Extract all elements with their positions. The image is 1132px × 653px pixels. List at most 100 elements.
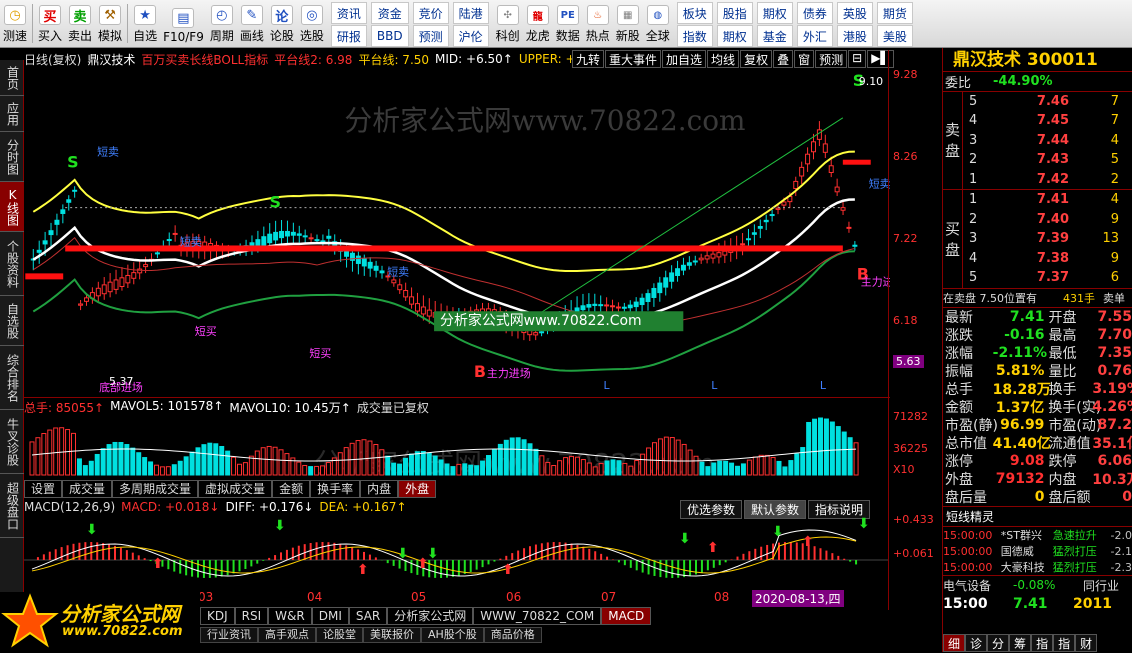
asks-row[interactable]: 3 7.44 4 <box>963 131 1132 151</box>
info-tab[interactable]: 行业资讯 <box>200 627 258 643</box>
toolbar-market-link[interactable]: 港股 <box>836 25 873 47</box>
toolbar-button-1[interactable]: 买买入 <box>35 0 65 47</box>
quote-tab[interactable]: 细 <box>943 634 966 652</box>
left-tab-5[interactable]: 自选股 <box>0 296 24 346</box>
toolbar-button-9[interactable]: ◎ 选股 <box>297 0 327 47</box>
quote-tab[interactable]: 指 <box>1031 634 1054 652</box>
toolbar-link[interactable]: 资讯 <box>330 2 367 24</box>
volume-chart[interactable]: 分析家公式网www.70822.com <box>24 415 888 477</box>
asks-row[interactable]: 2 7.43 5 <box>963 150 1132 170</box>
bids-row[interactable]: 4 7.38 9 <box>963 249 1132 269</box>
toolbar-market-link[interactable]: 外汇 <box>796 25 833 47</box>
indicator-tab[interactable]: SAR <box>348 607 388 625</box>
toolbar-button2-4[interactable]: ▦ 新股 <box>613 0 643 47</box>
bids-row[interactable]: 2 7.40 9 <box>963 210 1132 230</box>
toolbar-button-6[interactable]: ◴ 周期 <box>207 0 237 47</box>
info-tab[interactable]: 论股堂 <box>316 627 363 643</box>
toolbar-market-link[interactable]: 美股 <box>876 25 913 47</box>
toolbar-market-link[interactable]: 基金 <box>756 25 793 47</box>
quote-tab[interactable]: 诊 <box>965 634 988 652</box>
volume-tab[interactable]: 虚拟成交量 <box>198 480 273 498</box>
asks-row[interactable]: 5 7.46 7 <box>963 92 1132 112</box>
chart-menu-item[interactable]: 预测 <box>815 50 848 68</box>
chart-menu-item[interactable]: 重大事件 <box>605 50 662 68</box>
left-tab-8[interactable]: 超级盘口 <box>0 474 24 538</box>
quote-tab[interactable]: 财 <box>1075 634 1098 652</box>
indicator-tab[interactable]: KDJ <box>200 607 235 625</box>
toolbar-link[interactable]: BBD <box>370 25 409 47</box>
quote-tab[interactable]: 分 <box>987 634 1010 652</box>
toolbar-market-link[interactable]: 期权 <box>756 2 793 24</box>
sector-extra[interactable]: 同行业 <box>1083 577 1119 594</box>
volume-tab[interactable]: 外盘 <box>398 480 437 498</box>
bids-row[interactable]: 1 7.41 4 <box>963 190 1132 210</box>
kline-chart[interactable]: 分析家公式网www.70822.comSSSBB短卖短卖短买短买短卖短卖主力进场… <box>24 68 890 398</box>
toolbar-button2-1[interactable]: 龍龙虎 <box>523 0 553 47</box>
chart-menu-item[interactable]: 复权 <box>740 50 773 68</box>
volume-tab[interactable]: 换手率 <box>310 480 361 498</box>
chart-menu-item[interactable]: 窗 <box>794 50 815 68</box>
toolbar-button-7[interactable]: ✎ 画线 <box>237 0 267 47</box>
toolbar-button2-2[interactable]: PE 数据 <box>553 0 583 47</box>
quote-tab[interactable]: 指 <box>1053 634 1076 652</box>
toolbar-button-5[interactable]: ▤ F10/F9 <box>160 0 207 47</box>
left-tab-7[interactable]: 牛叉诊股 <box>0 410 24 474</box>
indicator-tab[interactable]: W&R <box>268 607 312 625</box>
chart-menu-item[interactable]: 均线 <box>707 50 740 68</box>
volume-tab[interactable]: 多周期成交量 <box>112 480 199 498</box>
news-row[interactable]: 15:00:00 *ST群兴 急速拉升 -2.0 <box>943 527 1132 543</box>
toolbar-market-link[interactable]: 板块 <box>676 2 713 24</box>
toolbar-market-link[interactable]: 英股 <box>836 2 873 24</box>
info-tab[interactable]: 商品价格 <box>483 627 542 643</box>
toolbar-button-3[interactable]: ⚒ 模拟 <box>95 0 125 47</box>
info-tab[interactable]: 高手观点 <box>258 627 316 643</box>
toolbar-link[interactable]: 陆港 <box>452 2 489 24</box>
volume-tab[interactable]: 金额 <box>272 480 311 498</box>
bids-row[interactable]: 5 7.37 6 <box>963 268 1132 288</box>
chart-menu-item[interactable]: 叠 <box>773 50 794 68</box>
chart-menu-item[interactable]: 九转 <box>572 50 605 68</box>
macd-chart[interactable]: ⬇ ⬇⬇ ⬇⬇ ⬇ ⬇⬆ ⬆ ⬆ ⬆⬆ ⬆ <box>24 516 888 590</box>
indicator-tab[interactable]: WWW_70822_COM <box>473 607 602 625</box>
toolbar-button2-0[interactable]: ✣ 科创 <box>493 0 523 47</box>
indicator-tab[interactable]: MACD <box>601 607 652 625</box>
left-tab-2[interactable]: 分时图 <box>0 132 24 182</box>
toolbar-market-link[interactable]: 股指 <box>716 2 753 24</box>
indicator-tab[interactable]: RSI <box>234 607 269 625</box>
indicator-tab[interactable]: 分析家公式网 <box>387 607 474 625</box>
indicator-tab[interactable]: DMI <box>311 607 349 625</box>
volume-tab[interactable]: 成交量 <box>62 480 113 498</box>
left-tab-4[interactable]: 个股资料 <box>0 232 24 296</box>
chart-menu-item[interactable]: 加自选 <box>662 50 707 68</box>
info-tab[interactable]: AH股个股 <box>421 627 484 643</box>
asks-row[interactable]: 1 7.42 2 <box>963 170 1132 190</box>
quote-tab[interactable]: 筹 <box>1009 634 1032 652</box>
toolbar-link[interactable]: 竞价 <box>412 2 449 24</box>
toolbar-button2-3[interactable]: ♨ 热点 <box>583 0 613 47</box>
info-tab[interactable]: 美联报价 <box>363 627 421 643</box>
toolbar-button-4[interactable]: ★ 自选 <box>130 0 160 47</box>
left-tab-1[interactable]: 应用 <box>0 96 24 132</box>
toolbar-market-link[interactable]: 期权 <box>716 25 753 47</box>
toolbar-market-link[interactable]: 指数 <box>676 25 713 47</box>
news-row[interactable]: 15:00:00 国德威 猛烈打压 -2.1 <box>943 543 1132 559</box>
toolbar-market-link[interactable]: 期货 <box>876 2 913 24</box>
toolbar-button-2[interactable]: 卖卖出 <box>65 0 95 47</box>
volume-tab[interactable]: 设置 <box>24 480 63 498</box>
left-tab-3[interactable]: K线图 <box>0 182 24 232</box>
toolbar-button-8[interactable]: 论论股 <box>267 0 297 47</box>
toolbar-link[interactable]: 研报 <box>330 25 367 47</box>
bids-row[interactable]: 3 7.39 13 <box>963 229 1132 249</box>
news-row[interactable]: 15:00:00 大豪科技 猛烈打压 -2.3 <box>943 559 1132 575</box>
toolbar-link[interactable]: 资金 <box>370 2 409 24</box>
toolbar-button2-5[interactable]: ◍ 全球 <box>643 0 673 47</box>
toolbar-button-0[interactable]: ◷ 测速 <box>0 0 30 47</box>
left-tab-0[interactable]: 首页 <box>0 60 24 96</box>
left-tab-6[interactable]: 综合排名 <box>0 346 24 410</box>
toolbar-link[interactable]: 沪伦 <box>452 25 489 47</box>
volume-tab[interactable]: 内盘 <box>360 480 399 498</box>
toolbar-market-link[interactable]: 债券 <box>796 2 833 24</box>
chart-menu-item[interactable]: ⊟ <box>848 50 867 68</box>
toolbar-link[interactable]: 预测 <box>412 25 449 47</box>
asks-row[interactable]: 4 7.45 7 <box>963 111 1132 131</box>
